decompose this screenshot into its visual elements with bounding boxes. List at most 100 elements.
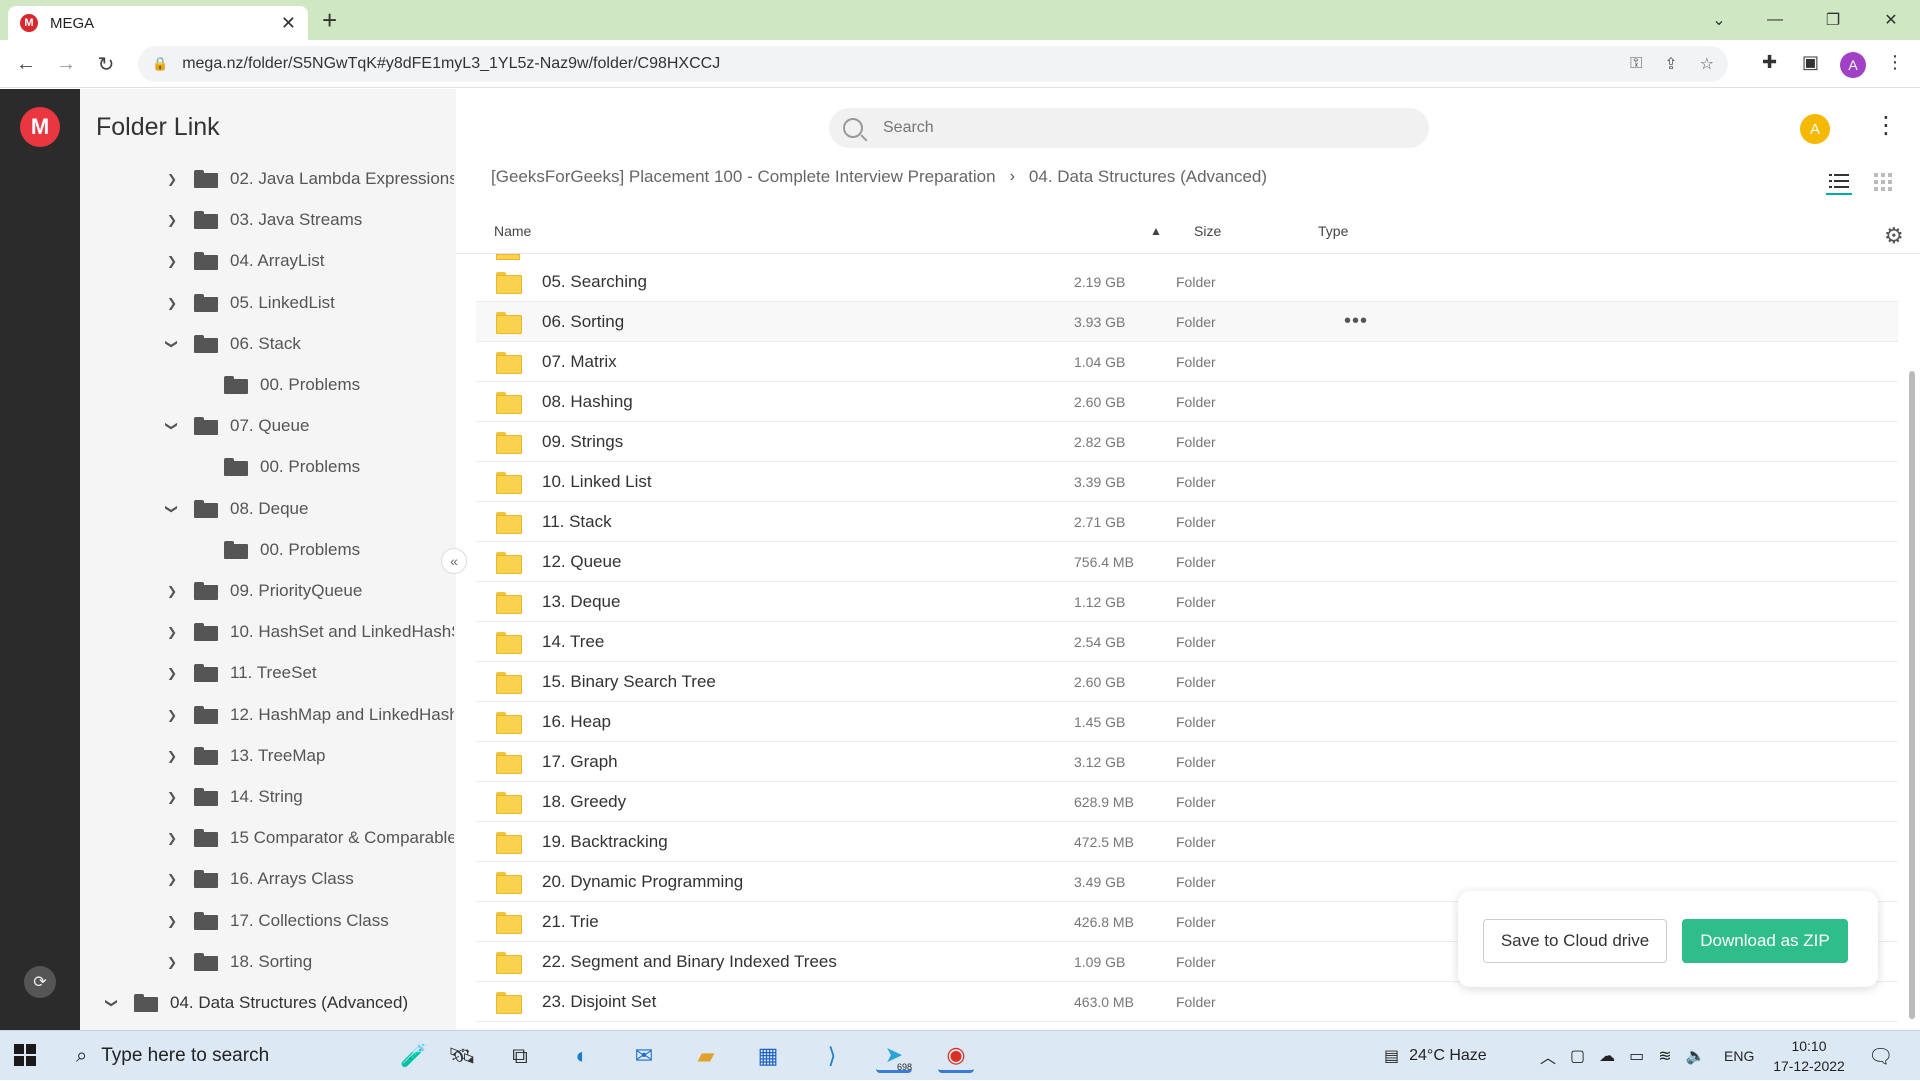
table-row[interactable]: 06. Sorting 3.93 GB Folder ••• [476, 302, 1898, 342]
chevron-right-icon[interactable]: ❯ [162, 254, 182, 268]
chevron-right-icon[interactable]: ❯ [162, 296, 182, 310]
tree-item[interactable]: ❯ 15 Comparator & Comparable [162, 820, 454, 856]
chevron-down-icon[interactable]: ❯ [105, 993, 119, 1013]
battery-icon[interactable]: ▭ [1629, 1046, 1644, 1066]
table-row[interactable]: 13. Deque 1.12 GB Folder [476, 582, 1898, 622]
collapse-sidebar-icon[interactable]: « [441, 548, 467, 574]
table-row[interactable]: 16. Heap 1.45 GB Folder [476, 702, 1898, 742]
share-icon[interactable]: ⇪ [1664, 54, 1677, 74]
taskbar-clock[interactable]: 10:10 17-12-2022 [1764, 1036, 1854, 1076]
tree-item[interactable]: ❯ 08. Deque [162, 491, 308, 527]
search-highlight-icon[interactable]: 🧪 [396, 1039, 432, 1073]
list-view-icon[interactable] [1826, 169, 1852, 195]
more-options-icon[interactable]: ⋮ [1874, 111, 1898, 141]
table-row[interactable]: 12. Queue 756.4 MB Folder [476, 542, 1898, 582]
table-row[interactable]: 19. Backtracking 472.5 MB Folder [476, 822, 1898, 862]
table-row[interactable]: 10. Linked List 3.39 GB Folder [476, 462, 1898, 502]
tray-chevron-icon[interactable]: ︿ [1540, 1044, 1556, 1068]
tree-item[interactable]: 00. Problems [192, 449, 360, 485]
browser-menu-icon[interactable]: ⋮ [1886, 52, 1904, 73]
table-row[interactable]: 07. Matrix 1.04 GB Folder [476, 342, 1898, 382]
tray-device-icon[interactable]: ▢ [1570, 1046, 1585, 1066]
microsoft-store-icon[interactable]: ▦ [750, 1039, 786, 1073]
volume-icon[interactable]: 🔈 [1686, 1046, 1706, 1066]
tree-item[interactable]: ❯ 18. Sorting [162, 944, 312, 980]
language-indicator[interactable]: ENG [1724, 1031, 1754, 1081]
notification-icon[interactable]: 🗨 [1868, 1031, 1893, 1081]
chevron-down-icon[interactable]: ❯ [165, 416, 179, 436]
chevron-right-icon[interactable]: ❯ [162, 872, 182, 886]
tree-item[interactable]: ❯ 06. Stack [162, 326, 301, 362]
chevron-right-icon[interactable]: ❯ [162, 666, 182, 680]
chevron-right-icon[interactable]: ❯ [162, 584, 182, 598]
table-row[interactable]: 11. Stack 2.71 GB Folder [476, 502, 1898, 542]
restore-button[interactable]: ❐ [1810, 0, 1856, 40]
tree-item[interactable]: ❯ 11. TreeSet [162, 655, 317, 691]
tree-item[interactable]: ❯ 02. Java Lambda Expressions [162, 161, 454, 197]
breadcrumb-parent[interactable]: [GeeksForGeeks] Placement 100 - Complete… [491, 167, 996, 187]
satellite-icon[interactable]: 🛰 [444, 1039, 480, 1073]
search-bar[interactable] [829, 108, 1429, 148]
key-icon[interactable]: ⚿ [1630, 55, 1642, 73]
download-zip-button[interactable]: Download as ZIP [1682, 919, 1848, 963]
table-row[interactable]: 14. Tree 2.54 GB Folder [476, 622, 1898, 662]
tree-item[interactable]: ❯ 16. Arrays Class [162, 861, 354, 897]
tree-item[interactable]: ❯ 07. Queue [162, 408, 309, 444]
side-panel-icon[interactable]: ▣ [1802, 52, 1819, 73]
scrollbar-thumb[interactable] [1909, 371, 1915, 1019]
row-more-options-icon[interactable]: ••• [1344, 310, 1368, 333]
table-row[interactable]: 09. Strings 2.82 GB Folder [476, 422, 1898, 462]
new-tab-button[interactable]: + [322, 6, 337, 34]
close-window-button[interactable]: ✕ [1868, 0, 1914, 40]
column-name-header[interactable]: Name [494, 223, 531, 239]
chevron-right-icon[interactable]: ❯ [162, 749, 182, 763]
transfer-manager-icon[interactable]: ⟳ [24, 966, 56, 998]
chevron-right-icon[interactable]: ❯ [162, 790, 182, 804]
table-row[interactable]: 17. Graph 3.12 GB Folder [476, 742, 1898, 782]
vscode-icon[interactable]: ⟩ [814, 1039, 850, 1073]
tree-item[interactable]: 00. Problems [192, 532, 360, 568]
browser-profile-avatar[interactable]: A [1840, 52, 1866, 78]
tab-search-chevron-icon[interactable]: ⌄ [1696, 0, 1742, 40]
telegram-icon[interactable]: ➤ 698 [876, 1039, 912, 1073]
tree-item[interactable]: ❯ 04. Data Structures (Advanced) [102, 985, 408, 1021]
tree-item[interactable]: ❯ 04. ArrayList [162, 243, 325, 279]
weather-widget[interactable]: ▤ 24°C Haze [1384, 1031, 1487, 1081]
tree-item[interactable]: ❯ 14. String [162, 779, 303, 815]
chevron-down-icon[interactable]: ❯ [165, 334, 179, 354]
edge-browser-icon[interactable]: ◐ [564, 1039, 600, 1073]
column-type-header[interactable]: Type [1318, 223, 1348, 239]
tree-item[interactable]: ❯ 05. LinkedList [162, 285, 335, 321]
column-size-header[interactable]: Size [1194, 223, 1221, 239]
tree-item[interactable]: ❯ 10. HashSet and LinkedHashSet [162, 614, 454, 650]
save-to-cloud-button[interactable]: Save to Cloud drive [1483, 919, 1667, 963]
mail-icon[interactable]: ✉ [626, 1039, 662, 1073]
wifi-icon[interactable]: ≋ [1658, 1046, 1671, 1066]
tree-item[interactable]: ❯ 17. Collections Class [162, 903, 389, 939]
table-row[interactable]: 05. Searching 2.19 GB Folder [476, 262, 1898, 302]
file-explorer-icon[interactable]: ▰ [688, 1039, 724, 1073]
chrome-icon[interactable]: ◉ [938, 1039, 974, 1073]
chevron-right-icon[interactable]: ❯ [162, 955, 182, 969]
tree-item[interactable]: ❯ 12. HashMap and LinkedHashMap [162, 697, 454, 733]
chevron-right-icon[interactable]: ❯ [162, 172, 182, 186]
close-tab-icon[interactable]: ✕ [281, 13, 296, 34]
tree-item[interactable]: ❯ 09. PriorityQueue [162, 573, 362, 609]
grid-view-icon[interactable] [1870, 169, 1896, 195]
chevron-right-icon[interactable]: ❯ [162, 831, 182, 845]
table-row[interactable]: 18. Greedy 628.9 MB Folder [476, 782, 1898, 822]
chevron-down-icon[interactable]: ❯ [165, 499, 179, 519]
account-avatar[interactable]: A [1800, 114, 1830, 144]
reload-icon[interactable]: ↻ [92, 50, 120, 78]
back-arrow-icon[interactable]: ← [12, 50, 40, 78]
chevron-right-icon[interactable]: ❯ [162, 213, 182, 227]
chevron-right-icon[interactable]: ❯ [162, 914, 182, 928]
tray-cloud-icon[interactable]: ☁ [1599, 1046, 1615, 1066]
tree-item[interactable]: ❯ 13. TreeMap [162, 738, 325, 774]
mega-logo-icon[interactable]: M [20, 107, 60, 147]
forward-arrow-icon[interactable]: → [52, 50, 80, 78]
minimize-button[interactable]: — [1752, 0, 1798, 40]
search-input[interactable] [883, 119, 1383, 137]
sort-ascending-icon[interactable]: ▲ [1150, 224, 1162, 238]
chevron-right-icon[interactable]: ❯ [162, 625, 182, 639]
